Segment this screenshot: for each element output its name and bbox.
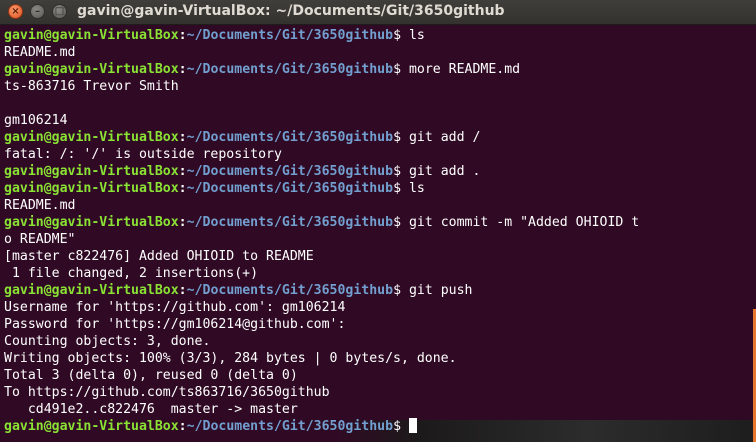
output-line: Writing objects: 100% (3/3), 284 bytes |… — [4, 351, 457, 366]
prompt-symbol: $ — [393, 419, 409, 434]
terminal-window: × – □ gavin@gavin-VirtualBox: ~/Document… — [0, 0, 756, 442]
prompt-user-host: gavin@gavin-VirtualBox — [4, 164, 179, 179]
prompt-path: ~/Documents/Git/3650github — [186, 181, 394, 196]
prompt-user-host: gavin@gavin-VirtualBox — [4, 62, 179, 77]
prompt-user-host: gavin@gavin-VirtualBox — [4, 28, 179, 43]
prompt-symbol: $ — [393, 62, 409, 77]
prompt-line: gavin@gavin-VirtualBox:~/Documents/Git/3… — [4, 214, 639, 231]
prompt-symbol: $ — [393, 130, 409, 145]
prompt-user-host: gavin@gavin-VirtualBox — [4, 130, 179, 145]
prompt-separator: : — [178, 283, 187, 298]
prompt-path: ~/Documents/Git/3650github — [186, 130, 394, 145]
prompt-user-host: gavin@gavin-VirtualBox — [4, 419, 179, 434]
output-line: To https://github.com/ts863716/3650githu… — [4, 385, 330, 400]
prompt-path: ~/Documents/Git/3650github — [186, 283, 394, 298]
output-line: o README" — [4, 232, 76, 247]
output-line: Username for 'https://github.com': gm106… — [4, 300, 346, 315]
command-text: more README.md — [408, 62, 521, 77]
prompt-user-host: gavin@gavin-VirtualBox — [4, 283, 179, 298]
prompt-symbol: $ — [393, 164, 409, 179]
prompt-path: ~/Documents/Git/3650github — [186, 419, 394, 434]
terminal-content[interactable]: gavin@gavin-VirtualBox:~/Documents/Git/3… — [0, 25, 756, 442]
close-icon[interactable]: × — [8, 4, 23, 19]
prompt-line: gavin@gavin-VirtualBox:~/Documents/Git/3… — [4, 27, 639, 44]
terminal-output[interactable]: gavin@gavin-VirtualBox:~/Documents/Git/3… — [4, 27, 639, 435]
prompt-separator: : — [178, 215, 187, 230]
prompt-separator: : — [178, 181, 187, 196]
command-text: ls — [408, 28, 425, 43]
command-text: git add / — [408, 130, 481, 145]
prompt-symbol: $ — [393, 215, 409, 230]
output-line: README.md — [4, 198, 76, 213]
prompt-symbol: $ — [393, 181, 409, 196]
prompt-path: ~/Documents/Git/3650github — [186, 164, 394, 179]
prompt-separator: : — [178, 419, 187, 434]
command-text: git commit -m "Added OHIOID t — [408, 215, 640, 230]
prompt-line: gavin@gavin-VirtualBox:~/Documents/Git/3… — [4, 163, 639, 180]
prompt-line: gavin@gavin-VirtualBox:~/Documents/Git/3… — [4, 282, 639, 299]
prompt-line: gavin@gavin-VirtualBox:~/Documents/Git/3… — [4, 129, 639, 146]
prompt-line: gavin@gavin-VirtualBox:~/Documents/Git/3… — [4, 418, 639, 435]
title-bar[interactable]: × – □ gavin@gavin-VirtualBox: ~/Document… — [0, 0, 756, 25]
command-text: ls — [408, 181, 425, 196]
prompt-symbol: $ — [393, 28, 409, 43]
minimize-icon[interactable]: – — [30, 4, 45, 19]
prompt-user-host: gavin@gavin-VirtualBox — [4, 181, 179, 196]
prompt-separator: : — [178, 164, 187, 179]
maximize-icon[interactable]: □ — [52, 4, 67, 19]
output-line: Password for 'https://gm106214@github.co… — [4, 317, 346, 332]
prompt-line: gavin@gavin-VirtualBox:~/Documents/Git/3… — [4, 180, 639, 197]
prompt-separator: : — [178, 130, 187, 145]
command-text: git push — [408, 283, 473, 298]
window-title: gavin@gavin-VirtualBox: ~/Documents/Git/… — [77, 3, 505, 19]
prompt-user-host: gavin@gavin-VirtualBox — [4, 215, 179, 230]
command-text: git add . — [408, 164, 481, 179]
output-line: fatal: /: '/' is outside repository — [4, 147, 282, 162]
output-line: Total 3 (delta 0), reused 0 (delta 0) — [4, 368, 298, 383]
prompt-path: ~/Documents/Git/3650github — [186, 215, 394, 230]
prompt-path: ~/Documents/Git/3650github — [186, 62, 394, 77]
output-line: cd491e2..c822476 master -> master — [4, 402, 298, 417]
output-line: 1 file changed, 2 insertions(+) — [4, 266, 259, 281]
output-line: README.md — [4, 45, 76, 60]
output-line: [master c822476] Added OHIOID to README — [4, 249, 314, 264]
output-line: gm106214 — [4, 113, 68, 128]
output-line: Counting objects: 3, done. — [4, 334, 211, 349]
prompt-symbol: $ — [393, 283, 409, 298]
prompt-line: gavin@gavin-VirtualBox:~/Documents/Git/3… — [4, 61, 639, 78]
prompt-separator: : — [178, 28, 187, 43]
text-cursor[interactable] — [408, 418, 417, 433]
prompt-path: ~/Documents/Git/3650github — [186, 28, 394, 43]
output-line: ts-863716 Trevor Smith — [4, 79, 179, 94]
prompt-separator: : — [178, 62, 187, 77]
